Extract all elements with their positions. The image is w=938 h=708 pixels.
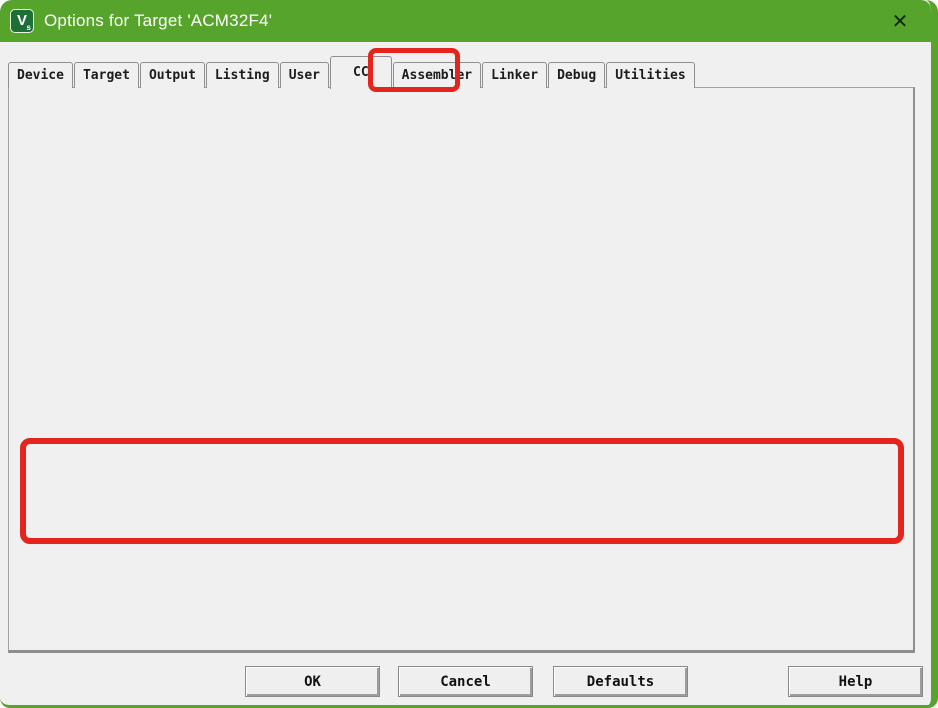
title-bar[interactable]: V s Options for Target 'ACM32F4' ✕ [0, 0, 931, 42]
defaults-button[interactable]: Defaults [553, 666, 688, 697]
tab-linker[interactable]: Linker [482, 62, 547, 88]
cancel-button[interactable]: Cancel [398, 666, 533, 697]
tab-cc[interactable]: CC [330, 56, 392, 89]
uvision-icon-subscript: s [27, 23, 31, 33]
help-button[interactable]: Help [788, 666, 923, 697]
tab-strip: Device Target Output Listing User CC Ass… [8, 55, 696, 88]
tab-device[interactable]: Device [8, 62, 73, 88]
options-dialog: V s Options for Target 'ACM32F4' ✕ Devic… [0, 0, 938, 708]
tab-output[interactable]: Output [140, 62, 205, 88]
dialog-title: Options for Target 'ACM32F4' [44, 11, 272, 31]
uvision-icon-glyph: V [17, 10, 27, 32]
tab-assembler[interactable]: Assembler [393, 62, 481, 88]
cc-tab-panel [8, 87, 915, 653]
uvision-app-icon: V s [10, 9, 34, 33]
tab-user[interactable]: User [280, 62, 329, 88]
tab-utilities[interactable]: Utilities [606, 62, 694, 88]
tab-listing[interactable]: Listing [206, 62, 279, 88]
tab-debug[interactable]: Debug [548, 62, 605, 88]
tab-target[interactable]: Target [74, 62, 139, 88]
ok-button[interactable]: OK [245, 666, 380, 697]
close-icon[interactable]: ✕ [883, 4, 917, 38]
